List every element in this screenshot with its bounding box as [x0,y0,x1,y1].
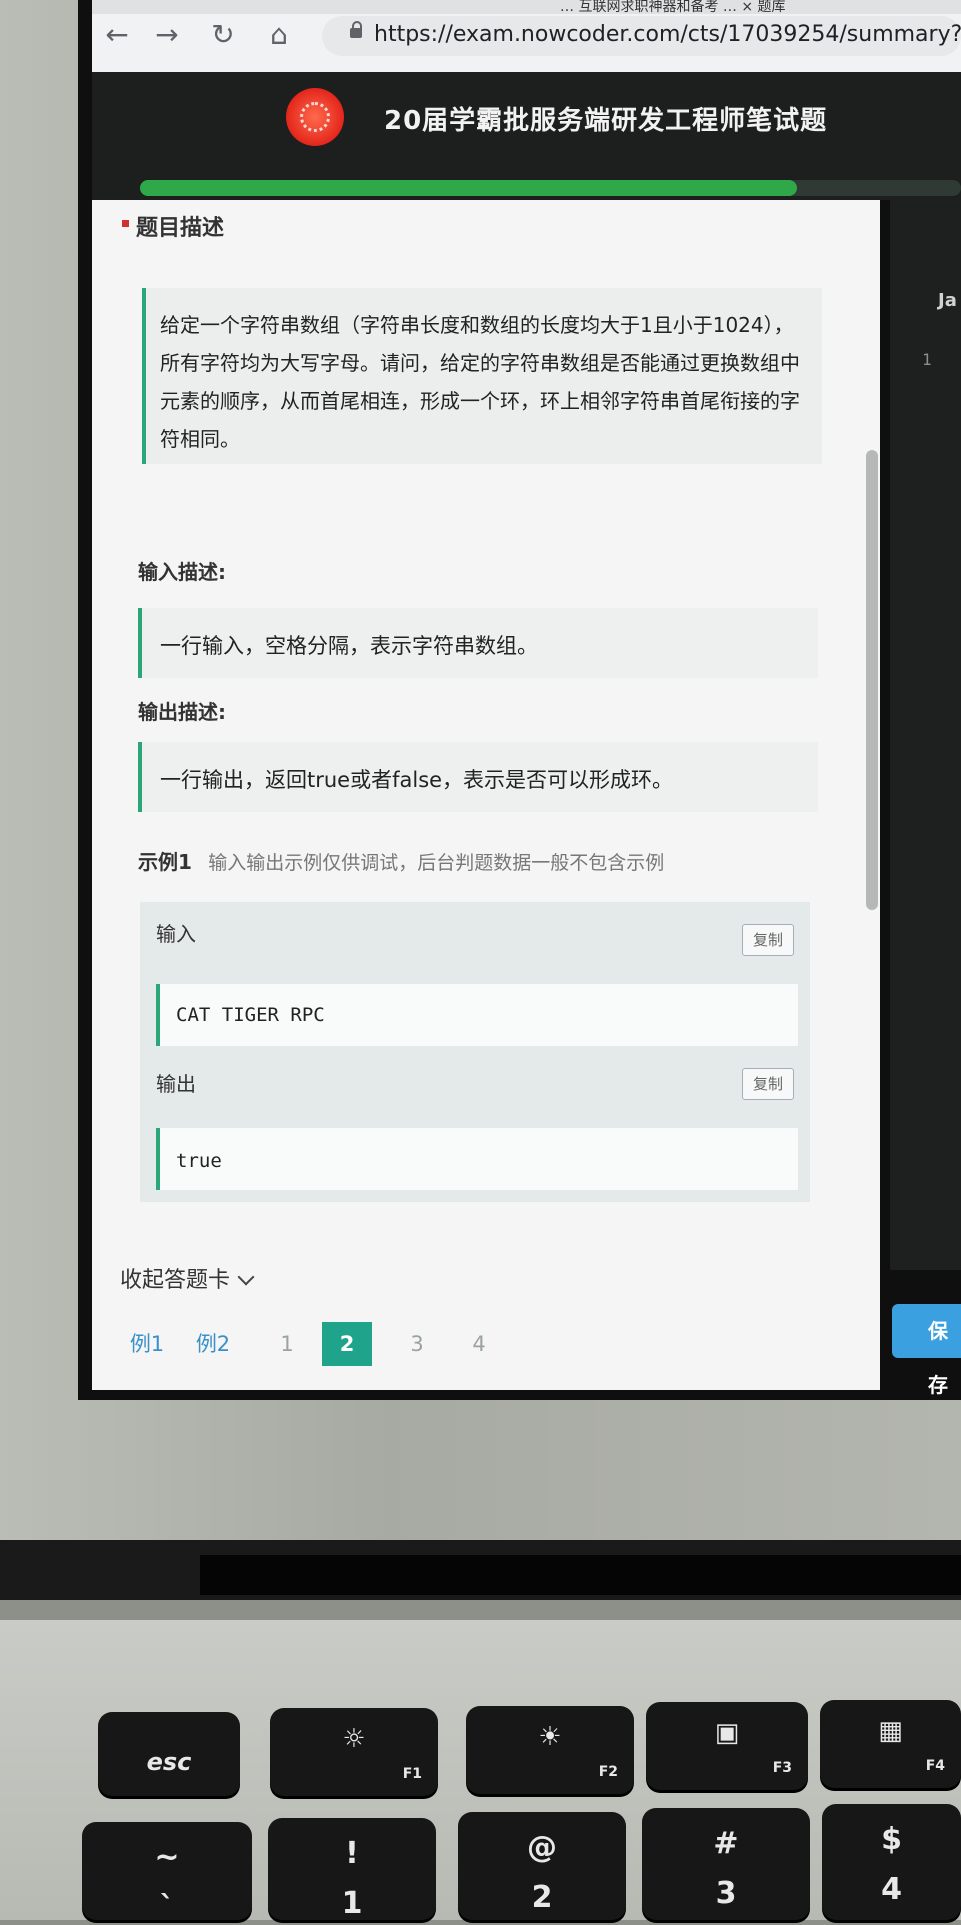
three-key-bottom: 3 [715,1876,737,1911]
esc-key: esc [98,1712,240,1796]
collapse-label: 收起答题卡 [120,1268,231,1293]
answer-card-item[interactable]: 3 [392,1322,442,1366]
f2-key-label: F2 [598,1764,618,1780]
four-key: $ 4 [822,1804,961,1920]
two-key-top: @ [527,1830,557,1865]
four-key-bottom: 4 [881,1872,902,1907]
example-header: 示例1 输入输出示例仅供调试，后台判题数据一般不包含示例 [138,846,664,875]
example-output-label: 输出 [156,1072,196,1096]
four-key-top: $ [881,1822,902,1857]
f3-key: ▣ F3 [646,1702,808,1790]
brightness-down-icon: ☼ [342,1724,366,1754]
copy-output-button[interactable]: 复制 [742,1068,794,1100]
launchpad-icon: ▦ [878,1716,903,1746]
line-number: 1 [922,350,932,369]
collapse-answer-card-button[interactable]: 收起答题卡 [120,1262,255,1294]
example-output-box [156,1128,798,1190]
example-note: 输入输出示例仅供调试，后台判题数据一般不包含示例 [208,852,665,874]
output-desc-label: 输出描述: [138,700,226,724]
tilde-key: ~ ` [82,1822,252,1925]
save-button[interactable]: 保存 [892,1304,961,1397]
reload-icon[interactable]: ↻ [206,18,240,52]
problem-scrollbar[interactable] [866,450,878,910]
mission-control-icon: ▣ [714,1718,740,1748]
two-key: @ 2 [458,1812,626,1920]
example-input-label: 输入 [156,922,196,946]
esc-key-label: esc [146,1748,192,1776]
three-key: # 3 [642,1808,810,1920]
input-desc-label: 输入描述: [138,560,226,584]
f4-key-label: F4 [925,1758,945,1774]
answer-card-item[interactable]: 例1 [122,1322,172,1366]
output-desc-text: 一行输出，返回true或者false，表示是否可以形成环。 [160,768,674,792]
answer-card-item[interactable]: 例2 [188,1322,238,1366]
three-key-top: # [713,1826,739,1861]
one-key-bottom: 1 [341,1886,363,1921]
exam-progress-fill [140,180,797,196]
language-label[interactable]: Ja [938,290,957,311]
f4-key: ▦ F4 [820,1700,961,1788]
hinge-slot [200,1555,961,1595]
copy-input-button[interactable]: 复制 [742,924,794,956]
answer-card-item[interactable]: 2 [322,1322,372,1366]
chevron-down-icon [237,1268,255,1286]
input-desc-text: 一行输入，空格分隔，表示字符串数组。 [160,634,538,658]
example-title: 示例1 [138,850,192,874]
one-key: ! 1 [268,1818,436,1921]
url-text[interactable]: https://exam.nowcoder.com/cts/17039254/s… [374,22,961,47]
back-icon[interactable]: ← [100,18,134,52]
f1-key-label: F1 [402,1766,422,1782]
home-icon[interactable]: ⌂ [262,18,296,52]
section-title: 题目描述 [121,210,224,242]
browser-tab-title[interactable]: … 互联网求职神器和备考 … × 题库 [560,0,860,16]
problem-description: 给定一个字符串数组（字符串长度和数组的长度均大于1且小于1024），所有字符均为… [160,313,800,451]
brightness-up-icon: ☀ [538,1722,562,1752]
example-input-value: CAT TIGER RPC [176,1004,325,1026]
answer-card-item[interactable]: 1 [262,1322,312,1366]
lock-icon [350,21,362,38]
one-key-top: ! [345,1836,359,1871]
f1-key: ☼ F1 [270,1708,438,1796]
f2-key: ☀ F2 [466,1706,634,1794]
answer-card-item[interactable]: 4 [454,1322,504,1366]
nowcoder-logo-icon [286,88,344,146]
forward-icon[interactable]: → [150,18,184,52]
exam-title: 20届学霸批服务端研发工程师笔试题 [384,106,828,136]
example-output-value: true [176,1150,222,1172]
tilde-key-top: ~ [154,1840,180,1875]
two-key-bottom: 2 [531,1880,553,1915]
f3-key-label: F3 [772,1760,792,1776]
